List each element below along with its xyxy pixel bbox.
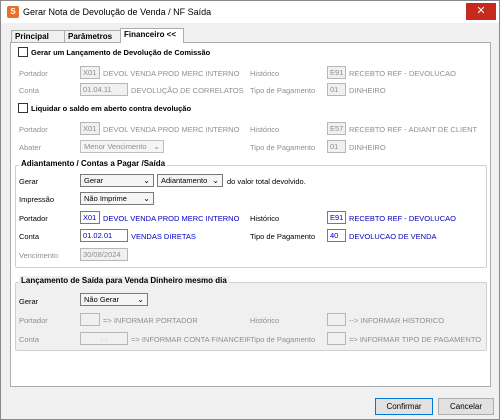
liquidar-tipo-label: Tipo de Pagamento [250,143,316,152]
adiantamento-portador-code[interactable]: X01 [80,211,100,224]
saida-tipo-label: Tipo de Pagamento [250,335,316,344]
adiantamento-tipo-label: Tipo de Pagamento [250,232,316,241]
adiantamento-portador-name: DEVOL VENDA PROD MERC INTERNO [103,214,240,223]
adiantamento-impressao-select[interactable]: Não Imprime ⌄ [80,192,154,205]
adiantamento-tipo-value: Adiantamento [161,176,208,185]
comissao-tipo-name: DINHEIRO [349,86,386,95]
adiantamento-gerar-select[interactable]: Gerar ⌄ [80,174,154,187]
adiantamento-group-title: Adiantamento / Contas a Pagar /Saída [19,159,168,168]
comissao-portador-name: DEVOL VENDA PROD MERC INTERNO [103,69,240,78]
cancel-button[interactable]: Cancelar [438,398,494,415]
saida-portador-label: Portador [19,316,48,325]
liquidar-historico-code: E57 [327,122,346,135]
saida-historico-name: --> INFORMAR HISTORICO [349,316,445,325]
saida-tipo-name: => INFORMAR TIPO DE PAGAMENTO [349,335,482,344]
saida-tipo-code [327,332,346,345]
chevron-down-icon: ⌄ [143,176,150,185]
liquidar-abater-select: Menor Vencimento ⌄ [80,140,164,153]
comissao-historico-label: Histórico [250,69,280,78]
saida-portador-name: => INFORMAR PORTADOR [103,316,198,325]
chevron-down-icon: ⌄ [143,194,150,203]
liquidar-checkbox-label: Liquidar o saldo em aberto contra devolu… [31,104,192,113]
adiantamento-historico-name: RECEBTO REF - DEVOLUCAO [349,214,456,223]
title-bar: S Gerar Nota de Devolução de Venda / NF … [1,1,499,23]
comissao-checkbox[interactable] [18,47,28,57]
saida-historico-label: Histórico [250,316,280,325]
adiantamento-impressao-value: Não Imprime [84,194,127,203]
adiantamento-tipo-code[interactable]: 40 [327,229,346,242]
confirm-button[interactable]: Confirmar [375,398,433,415]
adiantamento-historico-label: Histórico [250,214,280,223]
liquidar-abater-value: Menor Vencimento [84,142,147,151]
chevron-down-icon: ⌄ [137,295,144,304]
financeiro-panel: Gerar um Lançamento de Devolução de Comi… [10,42,491,387]
adiantamento-vencimento-field: 30/08/2024 [80,248,128,261]
adiantamento-gerar-label: Gerar [19,177,39,186]
saida-conta-name: => INFORMAR CONTA FINANCEIRA [131,335,250,344]
comissao-portador-code: X01 [80,66,100,79]
liquidar-abater-label: Abater [19,143,42,152]
liquidar-checkbox[interactable] [18,103,28,113]
tab-parametros[interactable]: Parâmetros [64,30,121,42]
tab-financeiro[interactable]: Financeiro << [120,28,184,43]
adiantamento-historico-code[interactable]: E91 [327,211,346,224]
chevron-down-icon: ⌄ [212,176,219,185]
comissao-conta-field: 01.04.11 [80,83,128,96]
saida-conta-field: . . [80,332,128,345]
saida-portador-code [80,313,100,326]
tab-principal[interactable]: Principal [11,30,65,42]
liquidar-portador-name: DEVOL VENDA PROD MERC INTERNO [103,125,240,134]
saida-gerar-select[interactable]: Não Gerar ⌄ [80,293,148,306]
comissao-historico-name: RECEBTO REF - DEVOLUCAO [349,69,456,78]
comissao-conta-name: DEVOLUÇÃO DE CORRELATOS [131,86,244,95]
liquidar-tipo-code: 01 [327,140,346,153]
liquidar-historico-label: Histórico [250,125,280,134]
saida-dinheiro-group-title: Lançamento de Saída para Venda Dinheiro … [19,276,229,285]
liquidar-tipo-name: DINHEIRO [349,143,386,152]
saida-gerar-label: Gerar [19,297,39,306]
chevron-down-icon: ⌄ [153,142,160,151]
window-title: Gerar Nota de Devolução de Venda / NF Sa… [23,7,212,17]
adiantamento-impressao-label: Impressão [19,195,55,204]
adiantamento-conta-label: Conta [19,232,40,241]
saida-conta-label: Conta [19,335,40,344]
comissao-historico-code: E91 [327,66,346,79]
comissao-tipo-label: Tipo de Pagamento [250,86,316,95]
adiantamento-vencimento-label: Vencimento [19,251,59,260]
app-icon: S [7,6,19,18]
adiantamento-suffix: do valor total devolvido. [227,177,306,186]
adiantamento-tipo-name: DEVOLUCAO DE VENDA [349,232,437,241]
comissao-conta-label: Conta [19,86,40,95]
saida-gerar-value: Não Gerar [84,295,120,304]
adiantamento-portador-label: Portador [19,214,48,223]
close-button[interactable]: ✕ [466,3,496,20]
comissao-portador-label: Portador [19,69,48,78]
adiantamento-gerar-value: Gerar [84,176,104,185]
adiantamento-conta-field[interactable]: 01.02.01 [80,229,128,242]
liquidar-historico-name: RECEBTO REF - ADIANT DE CLIENT [349,125,478,134]
dialog-window: S Gerar Nota de Devolução de Venda / NF … [0,0,500,420]
liquidar-portador-code: X01 [80,122,100,135]
adiantamento-tipo-select[interactable]: Adiantamento ⌄ [157,174,223,187]
comissao-tipo-code: 01 [327,83,346,96]
adiantamento-conta-name: VENDAS DIRETAS [131,232,196,241]
comissao-checkbox-label: Gerar um Lançamento de Devolução de Comi… [31,48,211,57]
liquidar-portador-label: Portador [19,125,48,134]
saida-historico-code [327,313,346,326]
